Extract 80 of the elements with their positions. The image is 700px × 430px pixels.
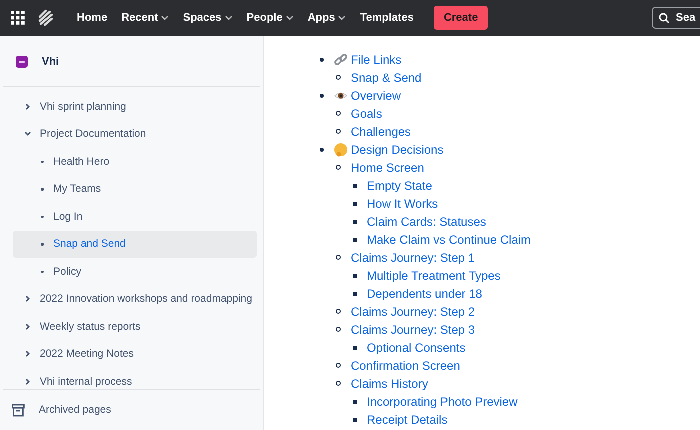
nav-menu-button[interactable]: Recent xyxy=(116,8,176,28)
bullet-icon xyxy=(320,94,324,98)
space-name[interactable]: Vhi xyxy=(42,56,60,68)
outline-link[interactable]: Dependents under 18 xyxy=(367,286,482,300)
search-field[interactable]: Sea xyxy=(652,7,700,29)
bullet-icon xyxy=(353,274,357,278)
archived-pages-link[interactable]: Archived pages xyxy=(39,404,112,416)
page-tree-item[interactable]: Project Documentation xyxy=(13,120,257,148)
page-tree-item[interactable]: Weekly status reports xyxy=(13,313,257,340)
caret-icon[interactable] xyxy=(286,15,294,21)
bullet-icon xyxy=(336,381,341,386)
page-tree-item[interactable]: My Teams xyxy=(13,176,257,203)
bullet-icon xyxy=(336,75,341,80)
link-icon xyxy=(334,52,348,66)
outline-link[interactable]: Claims Journey: Step 3 xyxy=(351,322,476,336)
search-icon xyxy=(659,12,670,24)
bullet-icon xyxy=(353,202,357,206)
outline-link[interactable]: Design Decisions xyxy=(351,142,444,156)
bullet-icon xyxy=(353,292,357,296)
nav-menu-button[interactable]: Apps xyxy=(302,8,352,28)
page-tree-item[interactable]: Snap and Send xyxy=(13,230,257,258)
chevron-icon[interactable] xyxy=(24,130,32,138)
outline-link[interactable]: Snap & Send xyxy=(351,70,422,84)
bullet-icon xyxy=(353,418,357,422)
page-tree-item[interactable]: Log In xyxy=(13,203,257,230)
bullet-icon xyxy=(336,327,341,332)
outline-link[interactable]: Claims Journey: Step 2 xyxy=(351,304,476,318)
outline-link[interactable]: Confirmation Screen xyxy=(351,358,460,372)
bullet-icon xyxy=(353,238,357,242)
caret-icon[interactable] xyxy=(224,15,233,21)
bullet-icon xyxy=(320,148,324,152)
outline-link[interactable]: Incorporating Photo Preview xyxy=(367,394,518,408)
caret-icon[interactable] xyxy=(338,15,346,21)
space-logo-icon xyxy=(16,56,28,68)
page-tree-item[interactable]: Vhi internal process xyxy=(13,368,257,389)
app-grid-icon[interactable] xyxy=(11,11,25,25)
outline-link[interactable]: Home Screen xyxy=(351,160,424,174)
outline-link[interactable]: Challenges xyxy=(351,124,412,138)
chevron-icon[interactable] xyxy=(24,102,32,111)
outline-link[interactable]: Claim Cards: Statuses xyxy=(367,214,486,228)
chevron-icon[interactable] xyxy=(24,295,32,304)
bullet-icon xyxy=(336,255,341,260)
nav-menu-button[interactable]: Spaces xyxy=(177,8,239,28)
nav-menu-button[interactable]: Templates xyxy=(354,8,420,28)
logo-icon[interactable] xyxy=(37,9,55,27)
page-tree-item[interactable]: Vhi sprint planning xyxy=(13,93,257,120)
bullet-icon xyxy=(336,363,341,368)
bullet-icon xyxy=(353,184,357,188)
bullet-icon xyxy=(336,129,341,134)
page-tree-item[interactable]: Policy xyxy=(13,258,257,286)
bullet-icon xyxy=(336,309,341,314)
emoji-icon xyxy=(334,142,348,156)
page-tree-item[interactable]: 2022 Meeting Notes xyxy=(13,340,257,368)
outline-link[interactable]: Receipt Details xyxy=(367,412,448,426)
bullet-icon xyxy=(353,346,357,350)
page-tree-item[interactable]: Health Hero xyxy=(13,148,257,176)
bullet-icon xyxy=(320,58,324,62)
archive-icon xyxy=(12,404,25,416)
outline-link[interactable]: Multiple Treatment Types xyxy=(367,268,501,282)
outline-link[interactable]: File Links xyxy=(351,52,402,66)
chevron-icon[interactable] xyxy=(24,378,32,386)
caret-icon[interactable] xyxy=(161,15,170,21)
bullet-icon xyxy=(336,111,341,116)
nav-menu-button[interactable]: Home xyxy=(71,8,114,28)
outline-link[interactable]: Goals xyxy=(351,106,382,120)
create-button[interactable]: Create xyxy=(434,6,488,30)
outline-link[interactable]: Make Claim vs Continue Claim xyxy=(367,232,532,246)
page-tree-item[interactable]: 2022 Innovation workshops and roadmapping xyxy=(13,286,257,313)
outline-link[interactable]: Claims Journey: Step 1 xyxy=(351,250,476,264)
bullet-icon xyxy=(336,165,341,170)
outline-link[interactable]: Optional Consents xyxy=(367,340,466,354)
bullet-icon xyxy=(353,220,357,224)
chevron-icon[interactable] xyxy=(24,350,32,358)
bullet-icon xyxy=(353,400,357,404)
outline-link[interactable]: How It Works xyxy=(367,196,438,210)
outline-link[interactable]: Empty State xyxy=(367,178,432,192)
outline-link[interactable]: Overview xyxy=(351,88,402,102)
outline-link[interactable]: Claims History xyxy=(351,376,428,390)
chevron-icon[interactable] xyxy=(24,322,32,331)
nav-menu-button[interactable]: People xyxy=(240,8,300,28)
